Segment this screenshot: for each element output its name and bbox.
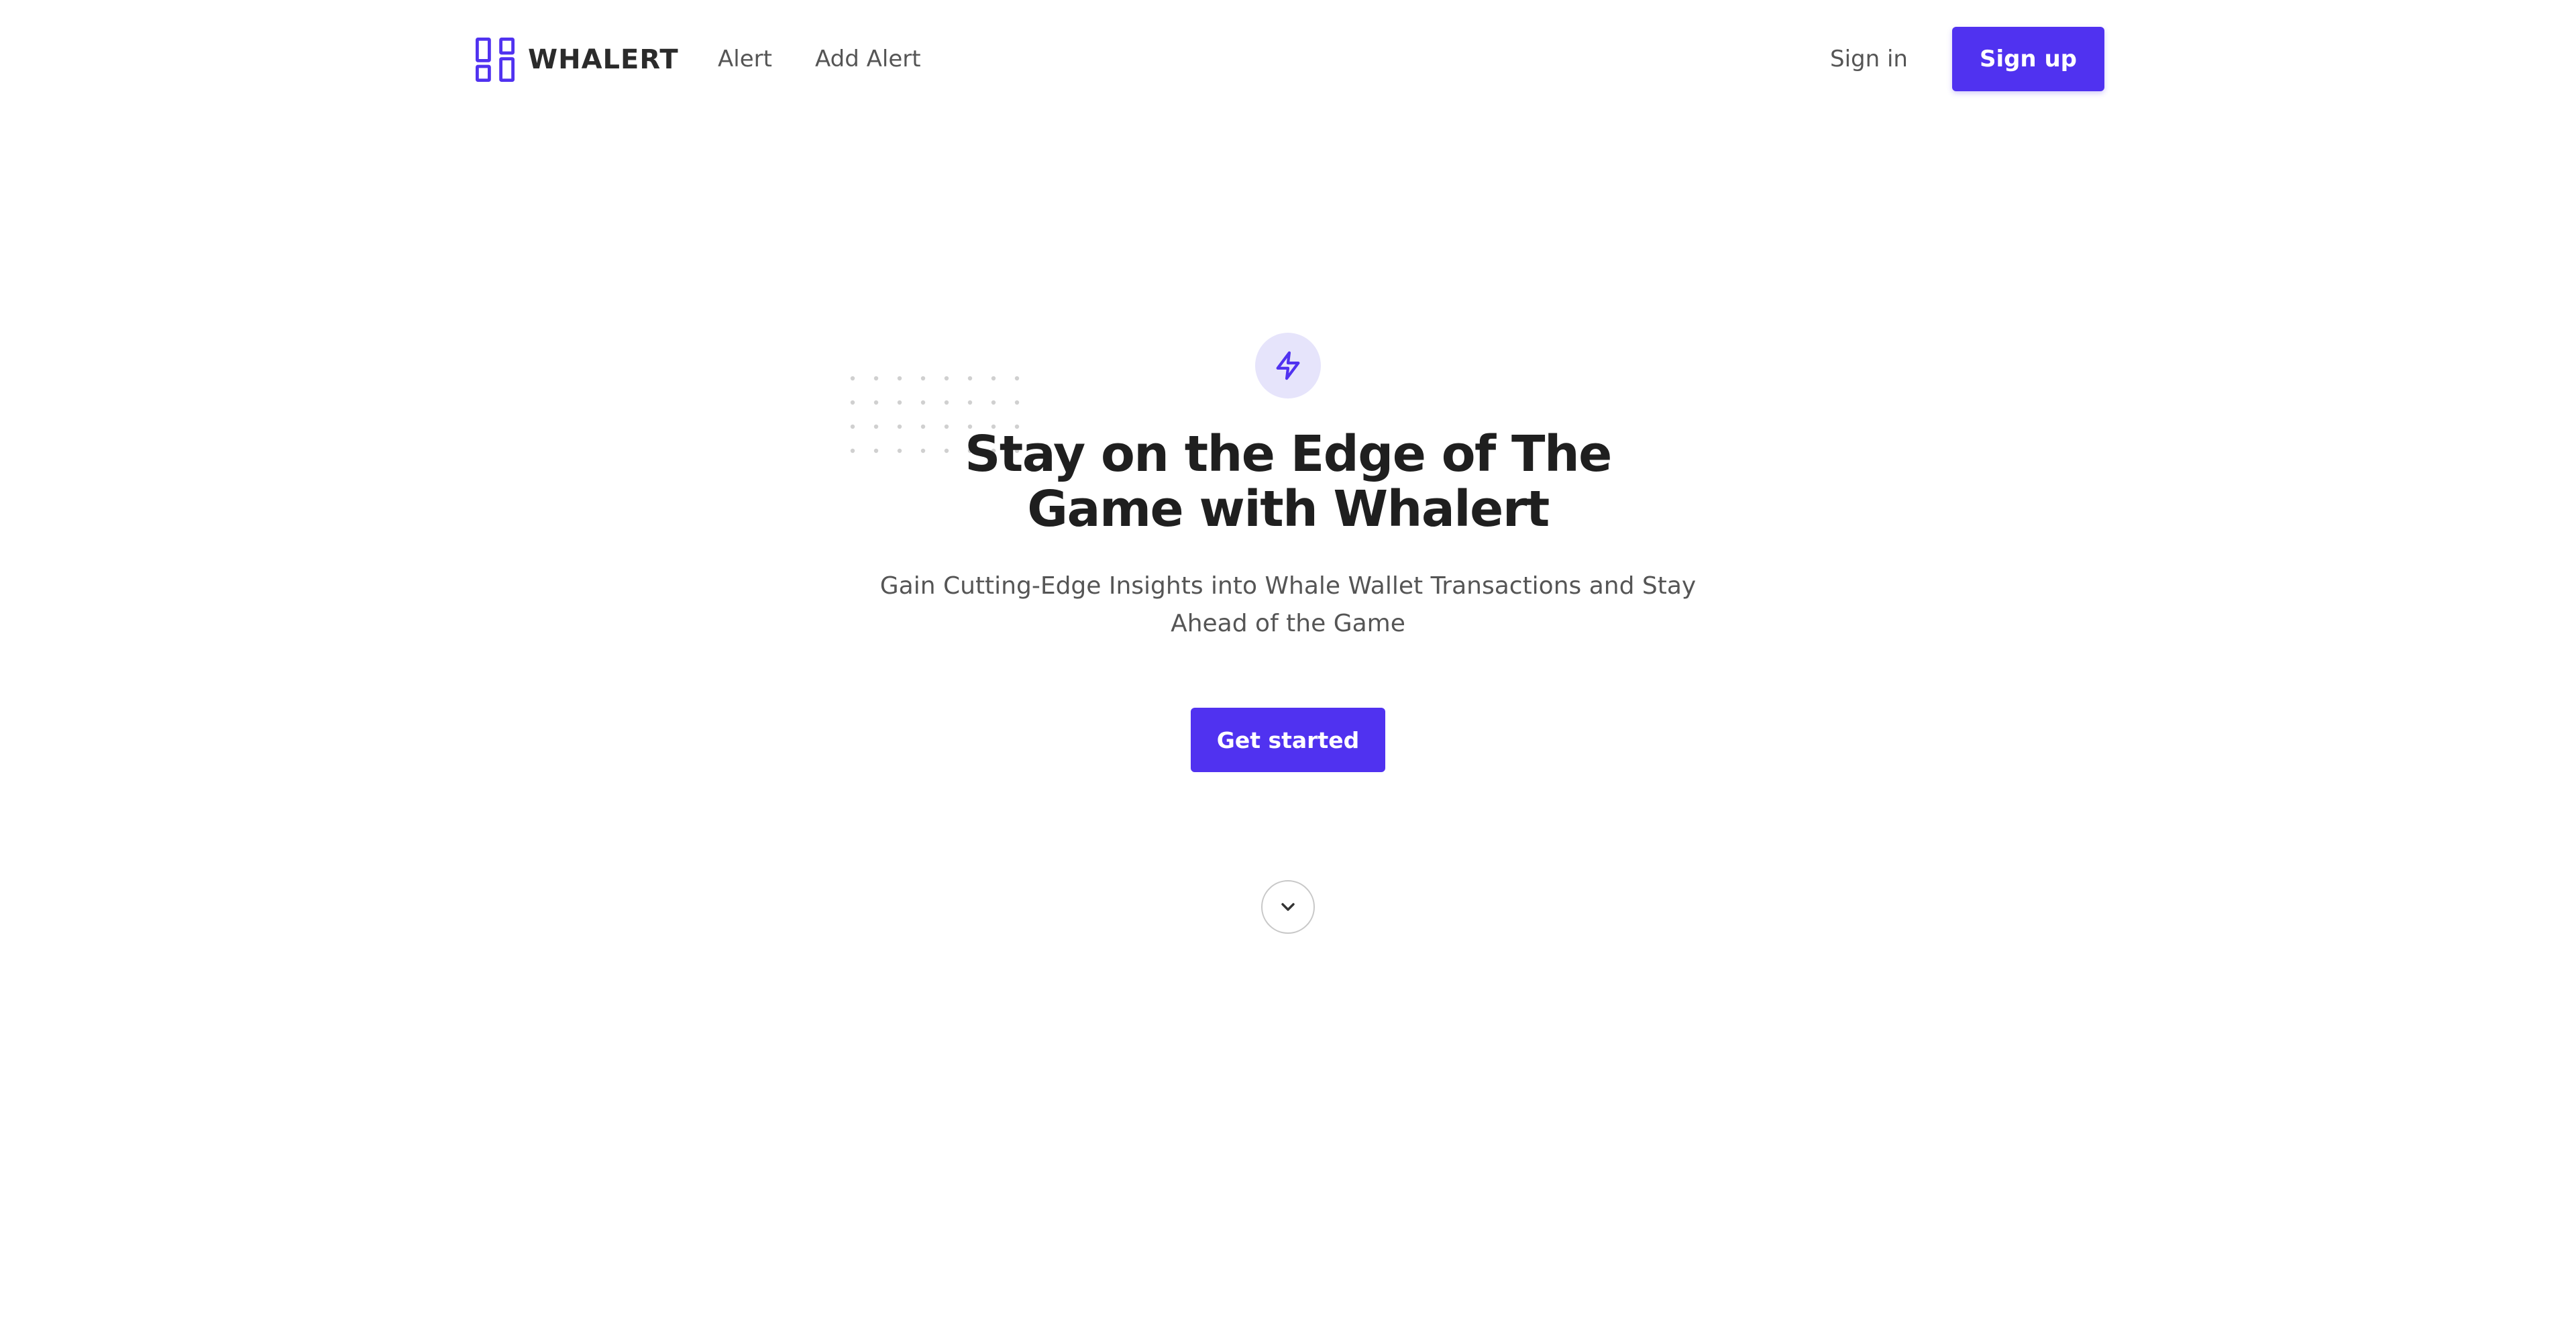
hero-subtitle-line-2: Ahead of the Game — [1171, 610, 1405, 637]
hero-title-line-2: Game with Whalert — [1027, 480, 1550, 538]
hero-title: Stay on the Edge of The Game with Whaler… — [919, 427, 1657, 537]
lightning-bolt-icon — [1276, 351, 1300, 380]
brand-name: WHALERT — [528, 44, 679, 75]
sign-up-button[interactable]: Sign up — [1952, 27, 2104, 91]
scroll-down-button[interactable] — [1261, 880, 1315, 934]
chevron-down-icon — [1281, 903, 1295, 911]
nav-link-alert[interactable]: Alert — [718, 46, 772, 72]
sign-in-link[interactable]: Sign in — [1830, 46, 1908, 72]
dashboard-grid-icon — [476, 38, 515, 82]
hero-subtitle-line-1: Gain Cutting-Edge Insights into Whale Wa… — [879, 572, 1697, 600]
get-started-button[interactable]: Get started — [1191, 708, 1385, 772]
site-header: WHALERT Alert Add Alert Sign in Sign up — [0, 0, 2576, 117]
hero-title-line-1: Stay on the Edge of The — [965, 425, 1612, 483]
brand-logo[interactable]: WHALERT — [476, 38, 679, 82]
nav-link-add-alert[interactable]: Add Alert — [815, 46, 921, 72]
feature-badge — [1255, 333, 1321, 398]
hero-subtitle: Gain Cutting-Edge Insights into Whale Wa… — [852, 568, 1724, 643]
